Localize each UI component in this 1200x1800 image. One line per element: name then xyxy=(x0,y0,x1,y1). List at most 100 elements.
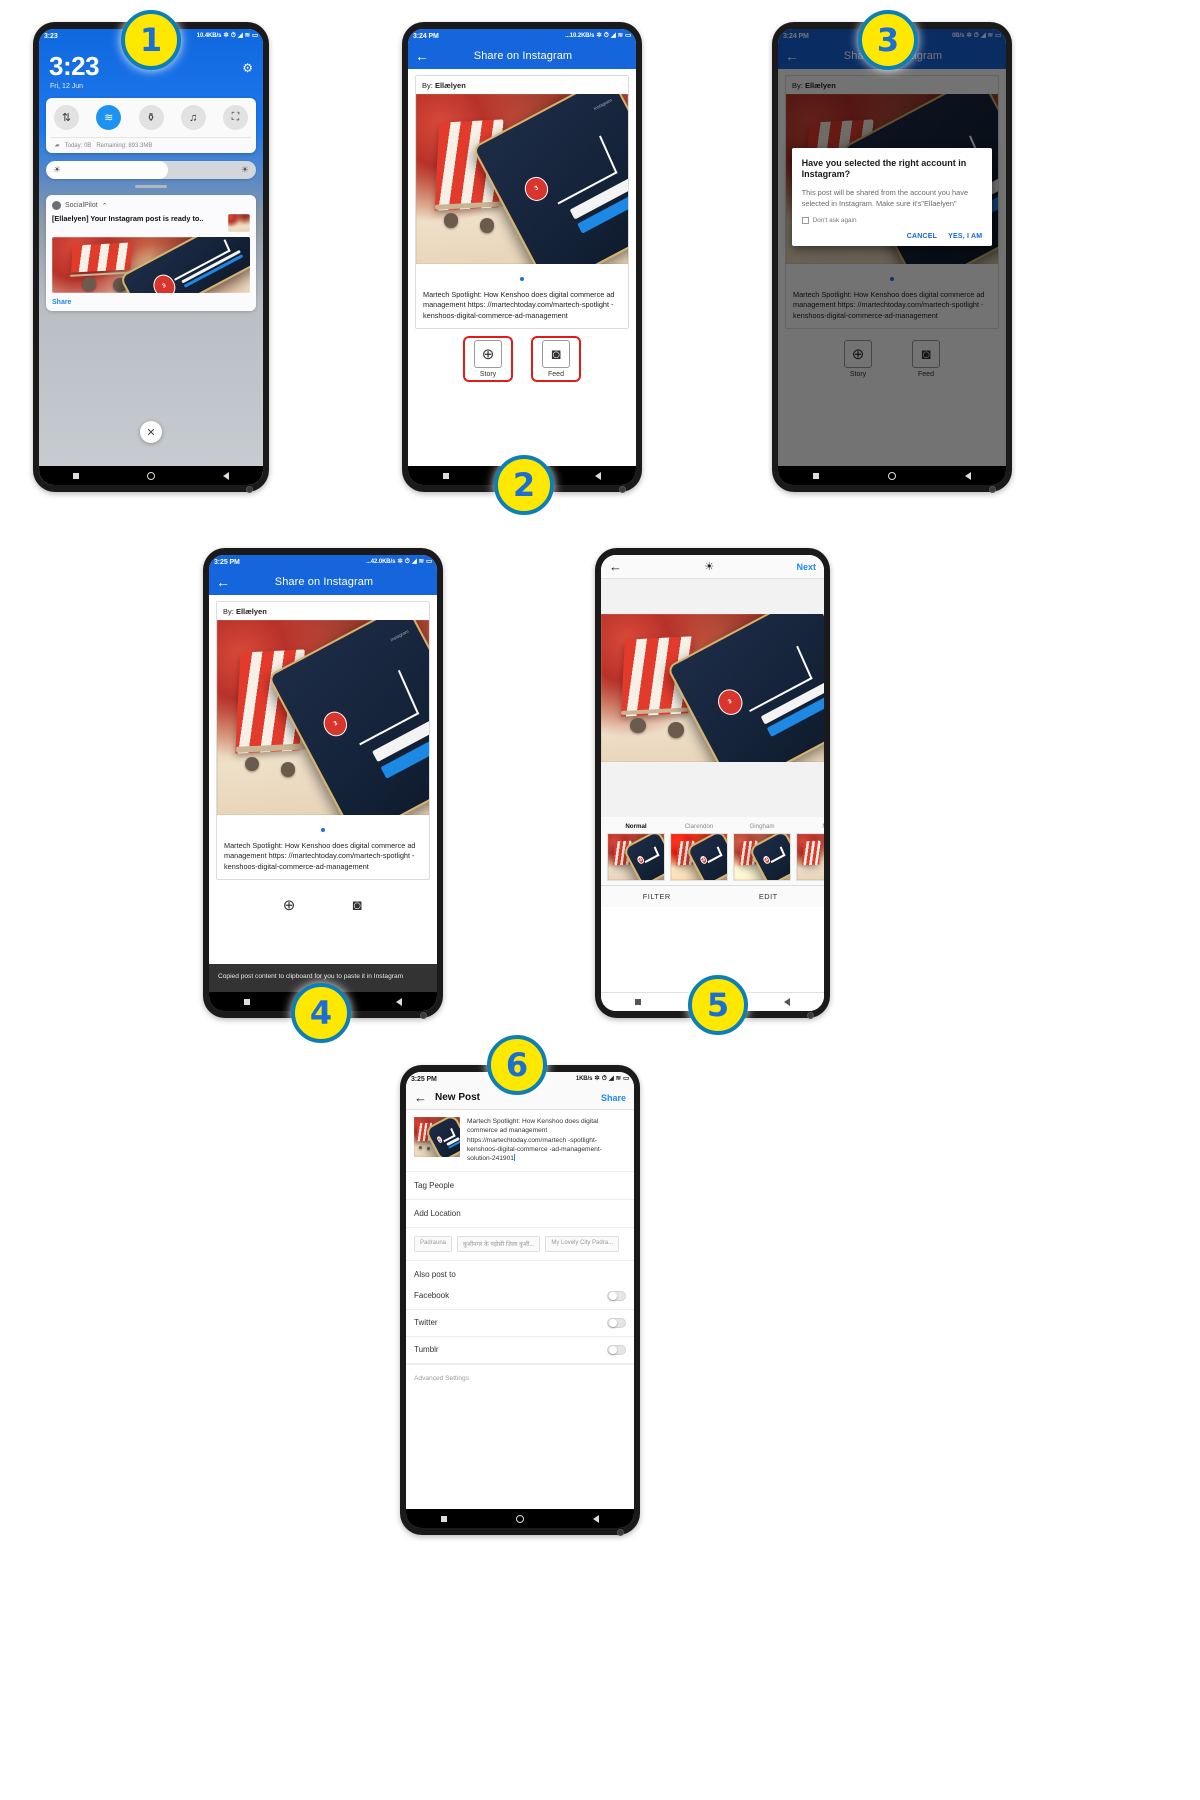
recents-square-icon[interactable] xyxy=(440,1515,447,1522)
screen-1: 3:23 10.4KB/s ✲ ⏱ ◢ ≋ ▭ 3:23 Fri, 12 Jun… xyxy=(39,29,263,485)
brightness-sun-icon[interactable]: ☀ xyxy=(704,560,714,573)
screenshot-icon[interactable]: ⛶ xyxy=(223,105,248,130)
alarm-icon: ⏱ xyxy=(404,557,410,565)
feed-button[interactable]: ◙ xyxy=(336,891,378,920)
wifi-icon[interactable]: ≋ xyxy=(96,105,122,130)
network-speed: ...10.2KB/s xyxy=(565,33,595,39)
byline-author: Ellælyen xyxy=(235,607,267,616)
home-circle-icon[interactable] xyxy=(515,1514,524,1523)
facebook-toggle[interactable] xyxy=(607,1290,626,1301)
filter-strip[interactable]: Normal 3 Clarendon 3 Gingham 3 xyxy=(601,817,824,885)
recents-square-icon[interactable] xyxy=(73,472,79,479)
back-triangle-icon[interactable] xyxy=(593,1514,600,1523)
status-time: 3:23 xyxy=(44,32,58,40)
cancel-button[interactable]: CANCEL xyxy=(907,233,937,240)
tab-edit[interactable]: EDIT xyxy=(713,892,825,901)
confirm-button[interactable]: YES, I AM xyxy=(948,233,982,240)
step-badge-4: 4 xyxy=(291,983,351,1043)
flashlight-icon[interactable]: ⚱ xyxy=(138,105,164,130)
filter-name: Clarendon xyxy=(684,823,714,830)
step-badge-5: 5 xyxy=(688,975,748,1035)
confirm-account-dialog: Have you selected the right account in I… xyxy=(791,147,993,247)
facebook-toggle-row[interactable]: Facebook xyxy=(406,1283,634,1310)
tumblr-toggle-row[interactable]: Tumblr xyxy=(406,1337,634,1364)
add-location-row[interactable]: Add Location xyxy=(406,1200,634,1228)
step-badge-3: 3 xyxy=(858,10,918,70)
dialog-actions: CANCEL YES, I AM xyxy=(802,233,983,240)
bluetooth-icon: ✲ xyxy=(397,557,403,565)
next-button[interactable]: Next xyxy=(796,562,816,572)
wifi-icon: ≋ xyxy=(418,557,424,565)
camera-dot xyxy=(619,486,626,493)
story-button[interactable]: ⊕ Story xyxy=(463,336,513,383)
story-button[interactable]: ⊕ xyxy=(268,891,310,920)
brightness-slider[interactable]: ☀ ☀ xyxy=(46,161,256,179)
back-triangle-icon[interactable] xyxy=(595,471,602,480)
tag-people-row[interactable]: Tag People xyxy=(406,1172,634,1200)
screen-2: 3:24 PM ...10.2KB/s ✲ ⏱ ◢ ≋ ▭ ← Share on… xyxy=(408,29,636,485)
caption-input[interactable]: Martech Spotlight: How Kenshoo does digi… xyxy=(467,1117,626,1164)
status-icons: 10.4KB/s ✲ ⏱ ◢ ≋ ▭ xyxy=(197,31,258,40)
editor-tabs: FILTER EDIT xyxy=(601,885,824,907)
tumblr-toggle[interactable] xyxy=(607,1344,626,1355)
feed-button[interactable]: ◙ Feed xyxy=(531,336,581,383)
post-byline: By: Ellælyen xyxy=(416,76,628,94)
notification-share-action[interactable]: Share xyxy=(52,299,250,306)
mobile-data-icon[interactable]: ⇅ xyxy=(54,105,79,130)
back-triangle-icon[interactable] xyxy=(396,997,403,1006)
bell-icon[interactable]: ♫ xyxy=(180,105,206,130)
chevron-up-icon[interactable]: ⌃ xyxy=(102,202,108,210)
status-bar-4: 3:25 PM ...42.0KB/s ✲ ⏱ ◢ ≋ ▭ xyxy=(209,555,437,569)
also-post-to-heading: Also post to xyxy=(414,1269,456,1279)
bluetooth-icon: ✲ xyxy=(223,31,229,39)
camera-dot xyxy=(807,1012,814,1019)
brightness-low-icon: ☀ xyxy=(53,164,62,175)
battery-icon: ▭ xyxy=(425,557,432,565)
filter-item-gingham[interactable]: Gingham 3 xyxy=(733,823,791,881)
home-circle-icon[interactable] xyxy=(887,471,896,480)
recents-square-icon[interactable] xyxy=(442,472,449,479)
shade-handle[interactable] xyxy=(135,185,167,188)
back-triangle-icon[interactable] xyxy=(223,471,229,480)
notification-thumbnail xyxy=(228,214,250,232)
page-title: Share on Instagram xyxy=(473,50,573,62)
twitter-toggle-row[interactable]: Twitter xyxy=(406,1310,634,1337)
arrow-left-icon[interactable]: ← xyxy=(216,575,230,589)
bluetooth-icon: ✲ xyxy=(596,31,602,39)
notification-title: [Ellaelyen] Your Instagram post is ready… xyxy=(52,214,204,223)
screen-6: 3:25 PM 1KB/s ✲ ⏱ ◢ ≋ ▭ ← New Post Share xyxy=(406,1072,634,1528)
recents-square-icon[interactable] xyxy=(243,998,250,1005)
arrow-left-icon[interactable]: ← xyxy=(609,559,622,574)
socialpilot-app-icon xyxy=(52,201,61,210)
close-icon[interactable]: ✕ xyxy=(140,421,162,443)
camera-dot xyxy=(420,1012,427,1019)
recents-square-icon[interactable] xyxy=(634,999,641,1005)
arrow-left-icon[interactable]: ← xyxy=(414,1090,427,1105)
filter-item-clarendon[interactable]: Clarendon 3 xyxy=(670,823,728,881)
filter-item-partial[interactable]: M xyxy=(796,823,824,881)
phone-step-3: 3:24 PM 0B/s ✲ ⏱ ◢ ≋ ▭ ← Share on Instag… xyxy=(772,22,1012,493)
twitter-toggle[interactable] xyxy=(607,1317,626,1328)
home-circle-icon[interactable] xyxy=(147,471,155,480)
location-chip[interactable]: Padrauna xyxy=(414,1235,453,1252)
recents-square-icon[interactable] xyxy=(812,472,819,479)
notification-shade: 3:23 10.4KB/s ✲ ⏱ ◢ ≋ ▭ 3:23 Fri, 12 Jun… xyxy=(39,29,263,485)
share-button[interactable]: Share xyxy=(601,1093,626,1103)
notification-big-picture: 3 xyxy=(52,237,250,293)
advanced-settings-row[interactable]: Advanced Settings xyxy=(406,1363,634,1392)
ig-preview-image[interactable]: 3 xyxy=(601,614,824,762)
arrow-left-icon[interactable]: ← xyxy=(415,49,429,63)
location-chip[interactable]: My Lovely City Padra... xyxy=(545,1235,620,1252)
data-today: Today: 0B xyxy=(64,142,92,149)
tab-filter[interactable]: FILTER xyxy=(601,892,713,901)
back-triangle-icon[interactable] xyxy=(784,998,791,1006)
back-triangle-icon[interactable] xyxy=(965,471,972,480)
location-chip[interactable]: कुशीनगर के पड़ोसी जिला कुशी... xyxy=(457,1235,541,1252)
gear-icon[interactable]: ⚙ xyxy=(242,61,253,75)
notification-card[interactable]: SocialPilot ⌃ [Ellaelyen] Your Instagram… xyxy=(46,195,256,311)
dont-ask-again-checkbox[interactable]: Don't ask again xyxy=(801,217,983,225)
screen-3: 3:24 PM 0B/s ✲ ⏱ ◢ ≋ ▭ ← Share on Instag… xyxy=(778,29,1006,485)
filter-item-normal[interactable]: Normal 3 xyxy=(607,823,665,881)
camera-dot xyxy=(617,1529,624,1536)
notification-app-name: SocialPilot xyxy=(65,202,98,209)
